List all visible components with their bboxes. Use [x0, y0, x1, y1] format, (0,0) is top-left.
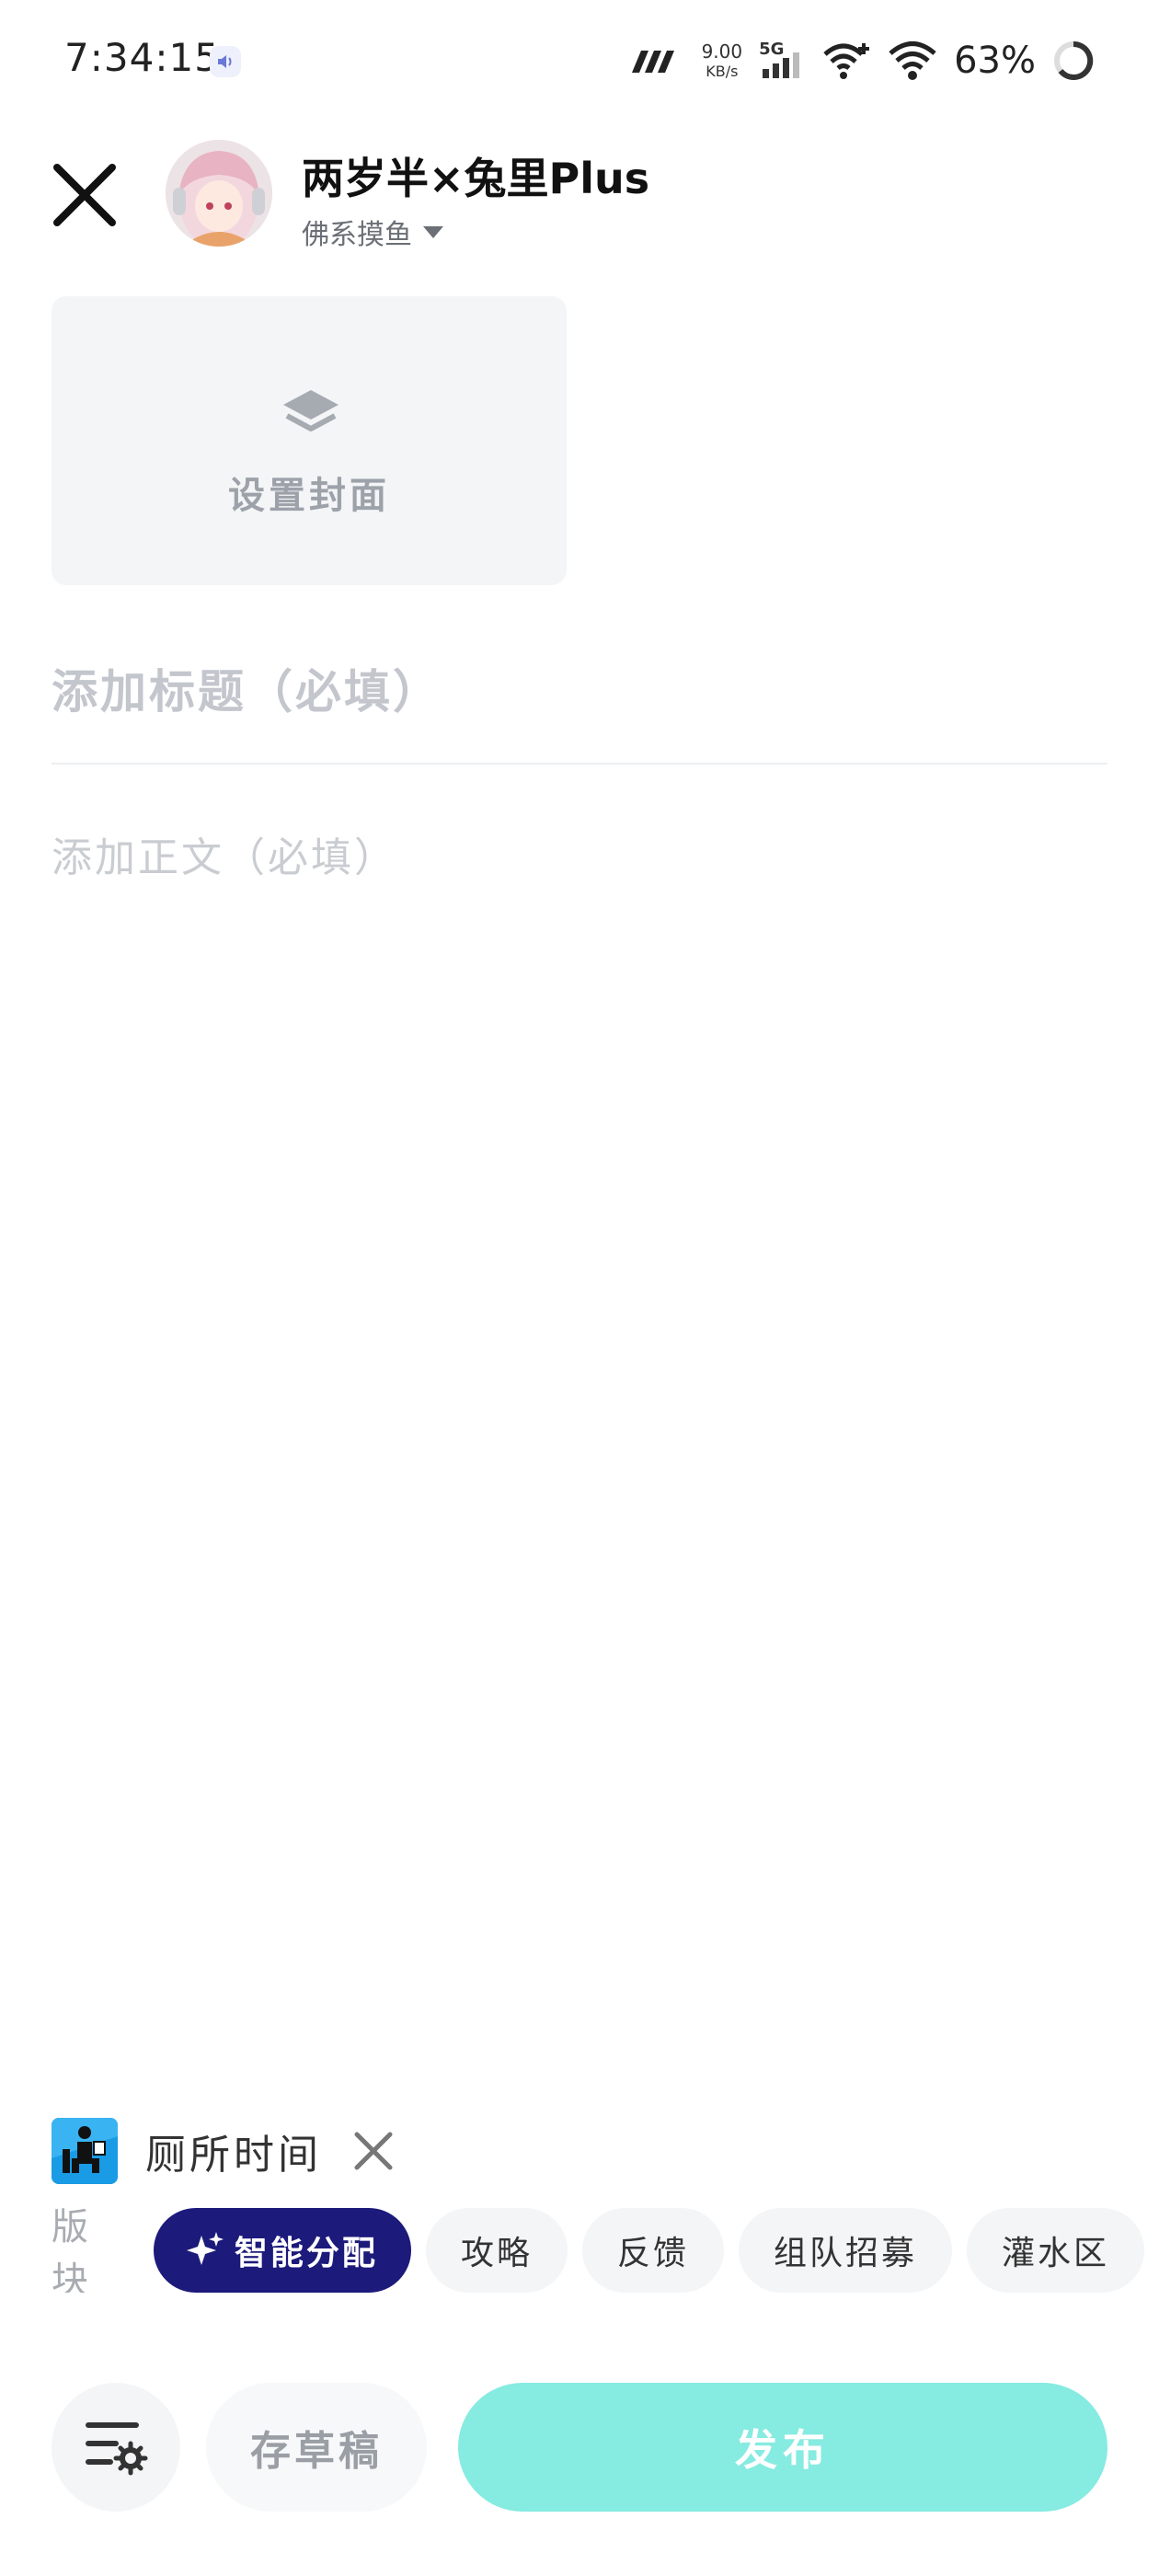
status-indicators: 9.00 KB/s 5G 63% — [628, 33, 1095, 88]
wifi-calling-icon — [823, 43, 870, 79]
volume-indicator-icon — [210, 46, 241, 77]
section-selector: 版块 智能分配 攻略 反馈 组队招募 灌水区 — [52, 2208, 1159, 2293]
save-draft-button[interactable]: 存草稿 — [206, 2383, 427, 2512]
layers-icon — [283, 390, 339, 431]
post-settings-button[interactable] — [52, 2383, 180, 2512]
body-input[interactable]: 添加正文（必填） — [52, 824, 397, 883]
user-name: 两岁半×兔里Plus — [302, 154, 650, 203]
section-label: 版块 — [52, 2208, 92, 2293]
title-input[interactable]: 添加标题（必填） — [52, 655, 442, 721]
sparkle-icon — [186, 2232, 224, 2265]
chip-feedback[interactable]: 反馈 — [581, 2208, 724, 2293]
toilet-reading-icon — [52, 2118, 118, 2184]
chip-chat-zone[interactable]: 灌水区 — [966, 2208, 1144, 2293]
topic-label: 厕所时间 — [145, 2132, 322, 2179]
publish-button[interactable]: 发布 — [458, 2383, 1107, 2512]
set-cover-button[interactable]: 设置封面 — [52, 296, 567, 585]
cellular-signal-icon: 5G — [759, 38, 805, 84]
wifi-icon — [889, 41, 936, 80]
cover-label: 设置封面 — [228, 475, 390, 517]
community-selector[interactable]: 佛系摸鱼 — [302, 212, 443, 252]
status-bar: 7:34:15 9.00 KB/s 5G 63% — [0, 0, 1159, 120]
close-icon — [53, 164, 116, 226]
battery-percent: 63% — [954, 40, 1036, 82]
caret-down-icon — [423, 225, 443, 238]
list-settings-icon — [86, 2422, 148, 2476]
chip-guide[interactable]: 攻略 — [425, 2208, 568, 2293]
community-name: 佛系摸鱼 — [302, 219, 412, 251]
remove-topic-icon[interactable] — [350, 2127, 397, 2175]
close-button[interactable] — [48, 158, 121, 232]
title-divider — [52, 763, 1107, 765]
chip-team-recruit[interactable]: 组队招募 — [738, 2208, 952, 2293]
battery-ring-icon — [1054, 40, 1094, 80]
net-speed: 9.00 KB/s — [701, 40, 743, 80]
avatar[interactable] — [166, 140, 272, 247]
status-time: 7:34:15 — [64, 35, 220, 80]
chip-smart-assign[interactable]: 智能分配 — [153, 2208, 411, 2293]
topic-tag: 厕所时间 — [52, 2116, 397, 2186]
carrier-logo-icon — [631, 51, 674, 73]
